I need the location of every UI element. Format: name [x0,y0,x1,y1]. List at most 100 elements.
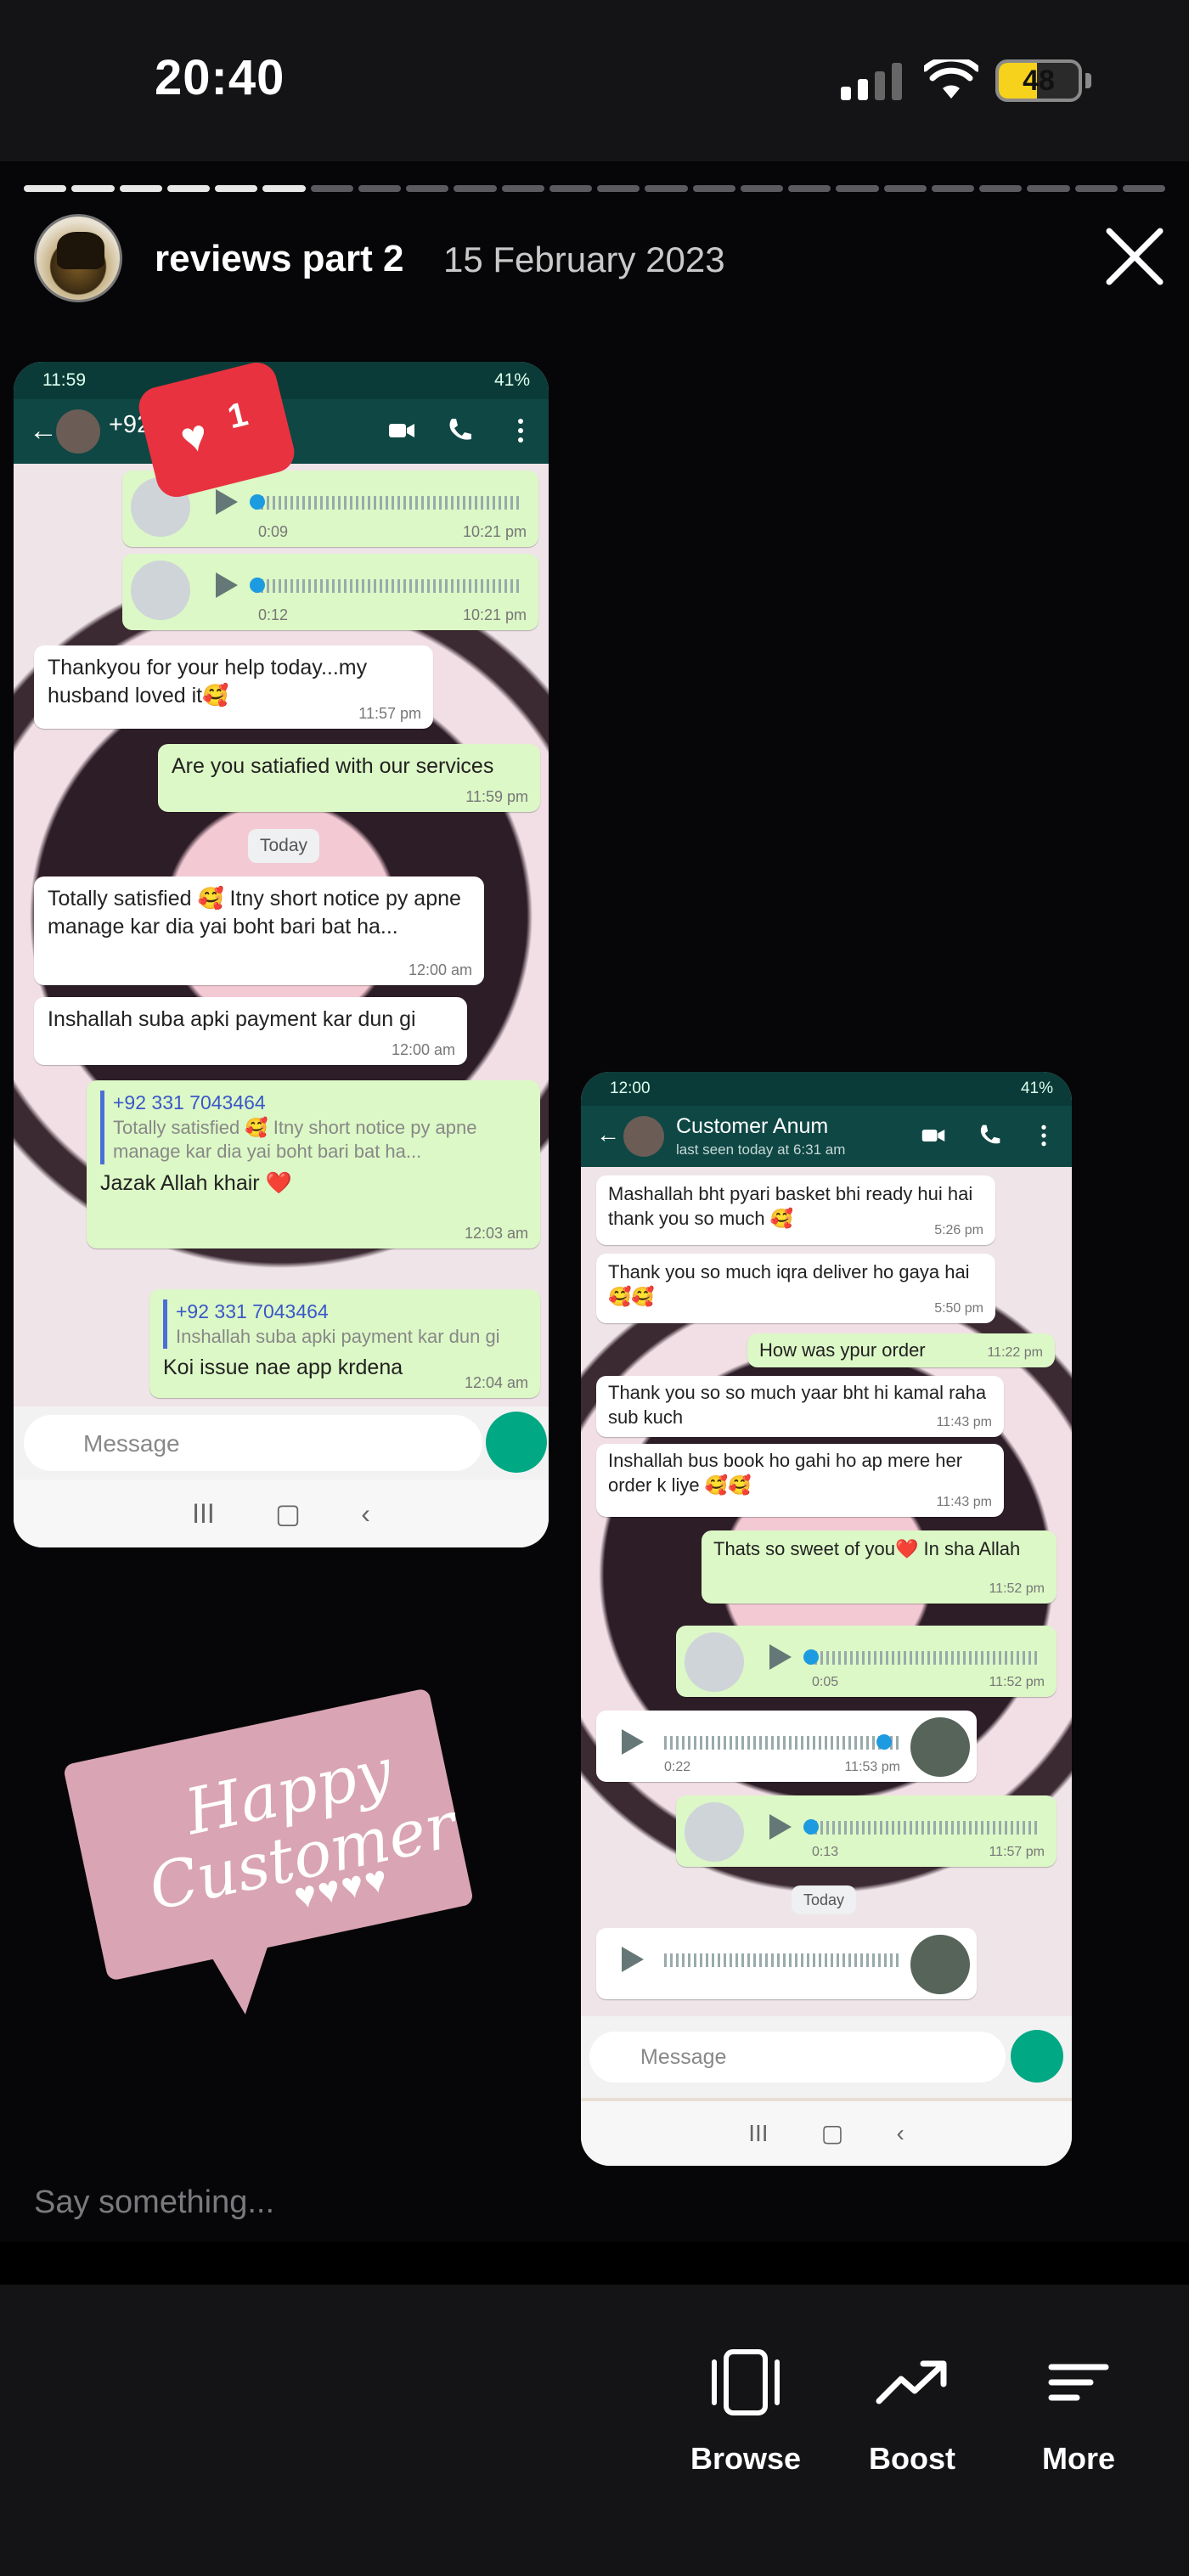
chat-input-bar: Message [581,2016,1072,2098]
back-arrow-icon: ← [596,1121,620,1147]
progress-segment [883,185,927,192]
video-call-icon [921,1129,945,1142]
voice-message: 0:13 11:57 pm [676,1795,1057,1867]
progress-segment [931,185,974,192]
progress-segment [24,185,67,192]
trending-up-icon [876,2360,947,2404]
phone-battery: 41% [1020,1079,1053,1097]
chat-screenshot-right: 12:00 41% ← Customer Anum last seen toda… [581,1072,1072,2166]
progress-segment [1074,185,1118,192]
progress-segment [740,185,783,192]
progress-segment [597,185,640,192]
chat-area: Mashallah bht pyari basket bhi ready hui… [581,1167,1072,2016]
more-vertical-icon [1041,1125,1046,1147]
chat-area: 0:09 10:21 pm 0:12 10:21 pm Thankyou for… [14,464,549,1406]
progress-segment [788,185,831,192]
status-bar: 20:40 48 [0,0,1189,161]
voice-message: 0:22 11:53 pm [596,1711,977,1782]
browse-label: Browse [690,2441,802,2476]
phone-call-icon [980,1125,1000,1144]
boost-label: Boost [869,2441,955,2476]
contact-name: Customer Anum [676,1114,829,1138]
progress-segment [119,185,162,192]
browse-button[interactable]: Browse [678,2344,814,2477]
progress-segment [215,185,258,192]
message-field: Message [589,2032,1006,2083]
chat-input-bar: Message [14,1406,549,1480]
more-button[interactable]: More [1011,2344,1147,2477]
progress-segment [166,185,210,192]
happy-customer-sticker: Happy Customer ♥♥♥♥ [62,1682,475,2022]
progress-segment [979,185,1023,192]
more-label: More [1041,2441,1115,2476]
menu-icon [1048,2364,1109,2401]
status-time: 20:40 [155,50,285,105]
chat-header: ← Customer Anum last seen today at 6:31 … [581,1106,1072,1167]
date-divider: Today [248,829,319,863]
mic-icon [1011,2030,1063,2083]
battery-icon: 48 [995,59,1082,102]
message-bubble: Are you satiafied with our services 11:5… [158,744,540,812]
message-bubble: Thankyou for your help today...my husban… [34,645,433,729]
reply-message: +92 331 7043464 Inshallah suba apki payme… [149,1289,540,1398]
contact-avatar [56,409,100,454]
browse-icon [712,2349,780,2415]
progress-segment [549,185,592,192]
chat-screenshot-left: 11:59 41% ← +92 0:09 10:21 pm 0:12 10:21… [14,362,549,1547]
progress-segment [1027,185,1070,192]
message-bubble: Thank you so so much yaar bht hi kamal r… [596,1376,1004,1437]
wifi-icon [924,59,978,99]
phone-call-icon [449,419,471,440]
cellular-signal-icon [841,63,902,100]
message-bubble: How was ypur order 11:22 pm [747,1333,1055,1367]
progress-segment [645,185,688,192]
progress-segment [1122,185,1165,192]
progress-segment [692,185,735,192]
story-avatar[interactable] [34,214,122,302]
progress-segment [454,185,497,192]
message-bubble: Totally satisfied 🥰 Itny short notice py… [34,877,484,985]
battery-level: 48 [1023,65,1055,97]
progress-segment [71,185,115,192]
close-icon[interactable] [1101,223,1169,290]
message-bubble: Thats so sweet of you❤️ In sha Allah 11:… [702,1530,1057,1604]
android-nav-bar: III ▢ ‹ [581,2101,1072,2166]
phone-status-time: 12:00 [610,1079,651,1097]
phone-status-bar: 12:00 41% [581,1072,1072,1106]
reply-message: +92 331 7043464 Totally satisfied 🥰 Itny … [87,1080,540,1249]
date-divider: Today [792,1885,856,1914]
video-call-icon [389,424,414,437]
last-seen: last seen today at 6:31 am [676,1141,846,1158]
progress-segment [406,185,449,192]
message-bubble: Inshallah suba apki payment kar dun gi 1… [34,997,467,1065]
progress-segment [501,185,544,192]
message-field: Message [24,1415,482,1471]
voice-message [596,1928,977,1999]
story-date: 15 February 2023 [443,240,725,279]
phone-battery: 41% [493,370,530,390]
phone-status-bar: 11:59 41% [14,362,549,399]
boost-button[interactable]: Boost [844,2344,980,2477]
android-nav-bar: III ▢ ‹ [14,1480,549,1547]
progress-segment [310,185,353,192]
contact-avatar [623,1116,664,1157]
story-title[interactable]: reviews part 2 [155,238,404,280]
voice-message: 0:12 10:21 pm [122,554,538,630]
story-viewer: reviews part 2 15 February 2023 11:59 41… [0,161,1189,2242]
progress-segment [836,185,879,192]
more-vertical-icon [518,419,523,442]
progress-segment [358,185,401,192]
reply-input[interactable]: Say something... [34,2184,274,2221]
voice-message: 0:05 11:52 pm [676,1626,1057,1697]
phone-status-time: 11:59 [42,370,86,390]
message-bubble: Mashallah bht pyari basket bhi ready hui… [596,1175,995,1245]
back-arrow-icon: ← [29,414,58,447]
story-action-bar: Browse Boost More [0,2285,1189,2576]
progress-segment [262,185,306,192]
message-bubble: Inshallah bus book ho gahi ho ap mere he… [596,1444,1004,1517]
heart-icon: ♥ [175,409,213,465]
reaction-count: 1 [223,395,251,437]
mic-icon [486,1412,547,1473]
message-bubble: Thank you so much iqra deliver ho gaya h… [596,1254,995,1323]
story-progress-bar [24,185,1165,192]
